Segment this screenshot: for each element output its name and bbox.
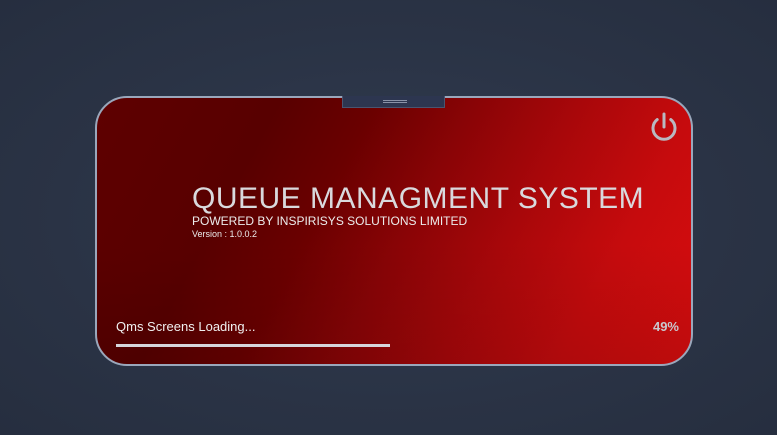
power-icon bbox=[651, 112, 677, 141]
splash-window: QUEUE MANAGMENT SYSTEM POWERED BY INSPIR… bbox=[95, 96, 693, 366]
powered-by-text: POWERED BY INSPIRISYS SOLUTIONS LIMITED bbox=[192, 214, 468, 228]
loading-percent: 49% bbox=[652, 319, 679, 334]
progress-bar-fill bbox=[116, 344, 391, 347]
loading-status: Qms Screens Loading... bbox=[116, 319, 256, 334]
power-button[interactable] bbox=[647, 110, 681, 144]
version-text: Version : 1.0.0.2 bbox=[192, 229, 258, 239]
desktop-background: QUEUE MANAGMENT SYSTEM POWERED BY INSPIR… bbox=[0, 0, 777, 435]
progress-bar bbox=[116, 344, 676, 347]
app-title: QUEUE MANAGMENT SYSTEM bbox=[192, 182, 645, 215]
window-drag-handle[interactable] bbox=[342, 96, 445, 108]
